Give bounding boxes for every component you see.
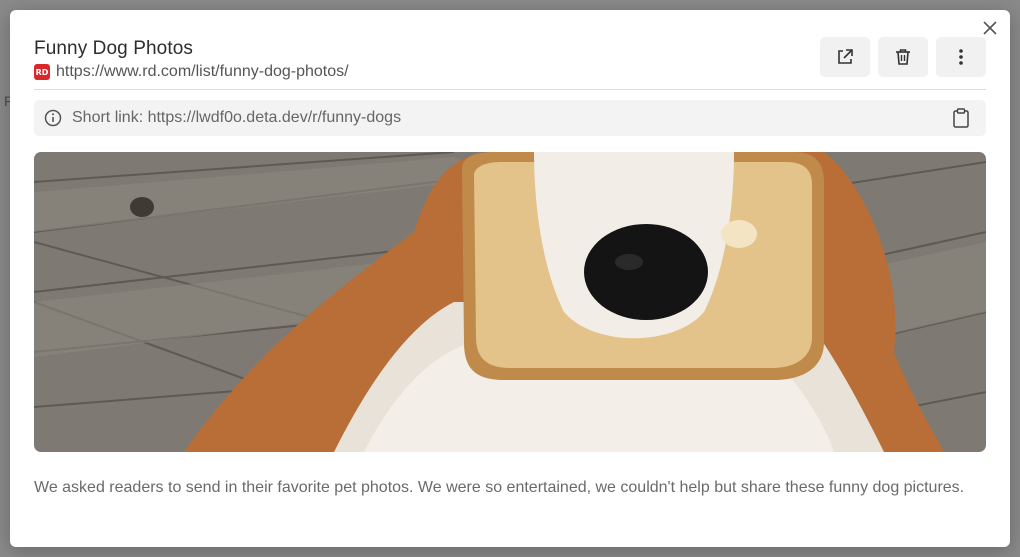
more-options-button[interactable] (936, 37, 986, 77)
close-icon (983, 21, 997, 35)
trash-icon (896, 49, 910, 65)
site-favicon-icon: RD (34, 64, 50, 80)
external-link-icon (838, 49, 853, 64)
open-link-button[interactable] (820, 37, 870, 77)
short-link-text: Short link: https://lwdf0o.deta.dev/r/fu… (72, 109, 402, 126)
url-row: RD https://www.rd.com/list/funny-dog-pho… (34, 63, 349, 81)
delete-button[interactable] (878, 37, 928, 77)
action-buttons (820, 37, 986, 77)
modal-header: Funny Dog Photos RD https://www.rd.com/l… (34, 37, 986, 90)
dog-with-bread-image (34, 152, 986, 452)
clipboard-icon[interactable] (952, 108, 970, 128)
close-button[interactable] (980, 18, 1000, 38)
preview-image (34, 152, 986, 452)
page-title: Funny Dog Photos (34, 38, 193, 59)
info-icon (44, 109, 62, 127)
more-vertical-icon (959, 49, 963, 65)
description-text: We asked readers to send in their favori… (34, 479, 965, 496)
short-link-bar: Short link: https://lwdf0o.deta.dev/r/fu… (34, 100, 986, 136)
site-url[interactable]: https://www.rd.com/list/funny-dog-photos… (56, 63, 349, 81)
bookmark-modal: Funny Dog Photos RD https://www.rd.com/l… (10, 10, 1010, 547)
